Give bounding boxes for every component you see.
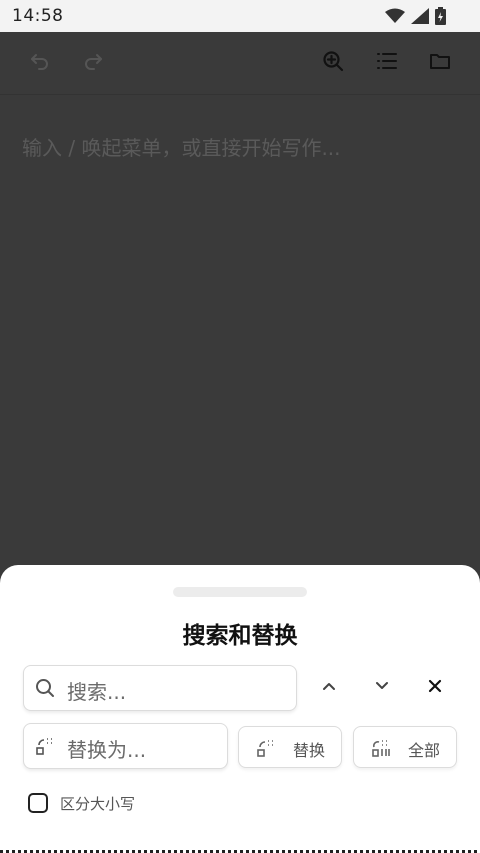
close-button[interactable] [421, 674, 449, 702]
replace-input[interactable]: 替换为... [23, 723, 228, 769]
chevron-up-icon [321, 678, 337, 698]
replace-icon [256, 738, 276, 758]
sheet-title: 搜索和替换 [182, 623, 298, 649]
folder-button[interactable] [425, 48, 455, 78]
search-input[interactable]: 搜索... [23, 665, 297, 711]
case-sensitive-checkbox[interactable] [28, 793, 48, 813]
folder-icon [429, 50, 451, 76]
replace-icon [35, 736, 55, 756]
case-sensitive-label: 区分大小写 [60, 795, 136, 813]
wifi-icon [385, 8, 405, 28]
editor-toolbar [0, 32, 480, 95]
replace-button-label: 替换 [292, 741, 325, 760]
editor-placeholder: 输入 / 唤起菜单，或直接开始写作... [22, 136, 341, 160]
battery-icon [435, 7, 446, 29]
outline-list-icon [376, 50, 398, 76]
previous-match-button[interactable] [315, 674, 343, 702]
status-time: 14:58 [12, 6, 64, 26]
replace-all-button-label: 全部 [407, 741, 440, 760]
search-toolbar-button[interactable] [318, 48, 348, 78]
signal-icon [411, 8, 429, 28]
redo-icon [82, 50, 104, 76]
sheet-drag-handle[interactable] [173, 587, 307, 597]
undo-icon [29, 50, 51, 76]
search-replace-sheet: 搜索和替换 搜索... 替换为... 替换 全部 区分大小写 [0, 565, 480, 853]
next-match-button[interactable] [368, 674, 396, 702]
search-icon [322, 50, 344, 76]
outline-button[interactable] [372, 48, 402, 78]
replace-all-icon [371, 738, 391, 758]
chevron-down-icon [374, 678, 390, 698]
search-placeholder: 搜索... [67, 680, 127, 704]
redo-button[interactable] [78, 48, 108, 78]
status-bar: 14:58 [0, 0, 480, 32]
replace-placeholder: 替换为... [67, 738, 147, 762]
close-icon [427, 678, 443, 698]
system-icons [385, 7, 446, 29]
replace-button[interactable]: 替换 [238, 726, 342, 768]
undo-button[interactable] [25, 48, 55, 78]
replace-all-button[interactable]: 全部 [353, 726, 457, 768]
search-icon [35, 678, 55, 698]
